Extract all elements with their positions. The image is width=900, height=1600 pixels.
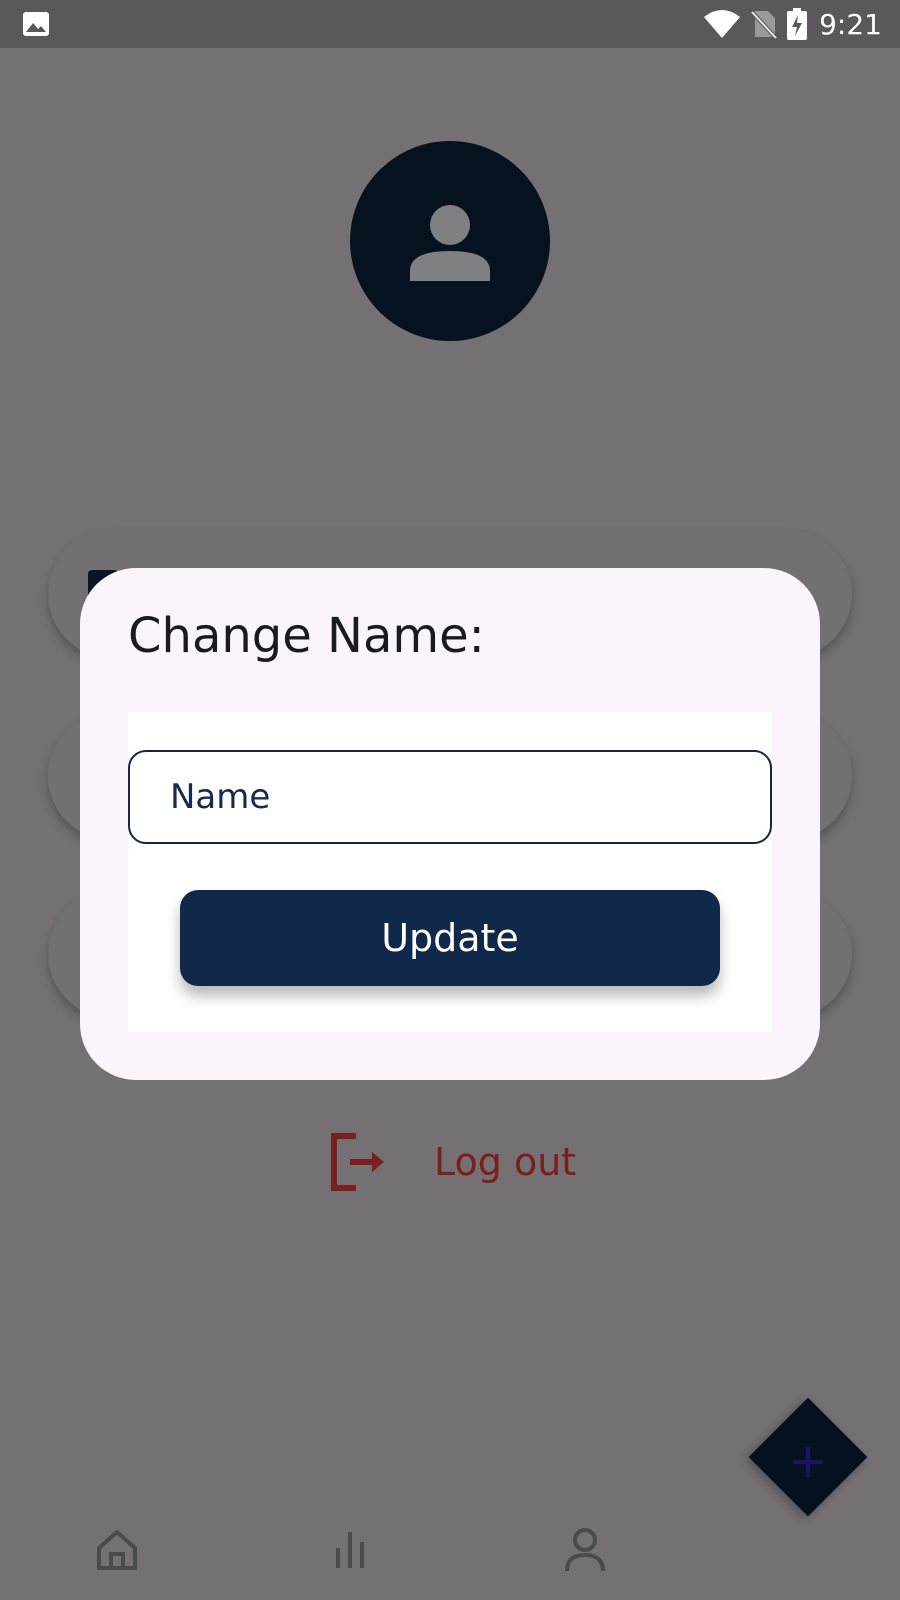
change-name-dialog: Change Name: Update <box>80 568 820 1080</box>
avatar[interactable] <box>350 141 550 341</box>
dialog-content: Update <box>128 712 772 1032</box>
status-time: 9:21 <box>819 7 882 41</box>
person-icon <box>410 205 490 281</box>
plus-icon <box>778 1432 838 1492</box>
profile-icon <box>565 1528 605 1572</box>
nav-home[interactable] <box>89 1522 145 1578</box>
stats-icon <box>336 1532 364 1568</box>
home-icon <box>97 1530 137 1570</box>
wifi-icon <box>704 10 741 38</box>
gallery-icon <box>23 12 49 36</box>
name-input[interactable] <box>128 750 772 844</box>
bottom-nav <box>0 1500 900 1600</box>
logout-icon <box>331 1133 384 1191</box>
logout-button[interactable]: Log out <box>328 1130 576 1194</box>
nav-stats[interactable] <box>322 1522 378 1578</box>
status-bar: 9:21 <box>0 0 900 48</box>
dialog-title: Change Name: <box>128 608 485 664</box>
logout-label: Log out <box>434 1140 577 1184</box>
no-sim-icon <box>751 10 778 39</box>
battery-charging-icon <box>787 8 808 40</box>
nav-profile[interactable] <box>557 1522 613 1578</box>
update-button[interactable]: Update <box>180 890 720 986</box>
